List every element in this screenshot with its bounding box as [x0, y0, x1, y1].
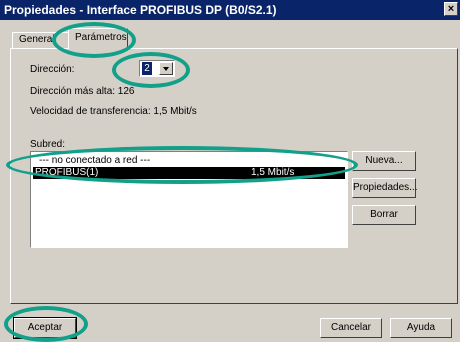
subnet-rate: 1,5 Mbit/s [251, 167, 295, 178]
direccion-label: Dirección: [30, 64, 75, 75]
tab-parametros-label: Parámetros [75, 32, 127, 43]
tab-parametros[interactable]: Parámetros [68, 28, 128, 49]
chevron-down-icon[interactable] [159, 62, 173, 75]
direccion-select[interactable]: 2 [139, 60, 175, 77]
list-item-selected[interactable]: PROFIBUS(1) 1,5 Mbit/s [33, 167, 345, 179]
transfer-speed-text: Velocidad de transferencia: 1,5 Mbit/s [30, 106, 197, 117]
delete-subnet-button[interactable]: Borrar [352, 205, 416, 225]
subnet-list[interactable]: --- no conectado a red --- PROFIBUS(1) 1… [30, 151, 348, 248]
subnet-name: --- no conectado a red --- [39, 155, 151, 166]
tab-general-label: General [19, 34, 55, 45]
subred-label: Subred: [30, 139, 66, 150]
direccion-value: 2 [142, 62, 152, 75]
window-title: Propiedades - Interface PROFIBUS DP (B0/… [4, 3, 277, 17]
help-button[interactable]: Ayuda [390, 318, 452, 338]
subnet-properties-button[interactable]: Propiedades... [352, 178, 418, 198]
close-button[interactable]: × [444, 2, 458, 16]
tab-general[interactable]: General [12, 32, 70, 49]
max-address-text: Dirección más alta: 126 [30, 86, 135, 97]
cancel-button[interactable]: Cancelar [320, 318, 382, 338]
list-item[interactable]: --- no conectado a red --- [33, 155, 345, 167]
properties-dialog: Propiedades - Interface PROFIBUS DP (B0/… [0, 0, 460, 342]
new-subnet-button[interactable]: Nueva... [352, 151, 416, 171]
title-bar: Propiedades - Interface PROFIBUS DP (B0/… [0, 0, 460, 20]
accept-button[interactable]: Aceptar [13, 317, 77, 339]
subnet-name: PROFIBUS(1) [35, 167, 99, 178]
